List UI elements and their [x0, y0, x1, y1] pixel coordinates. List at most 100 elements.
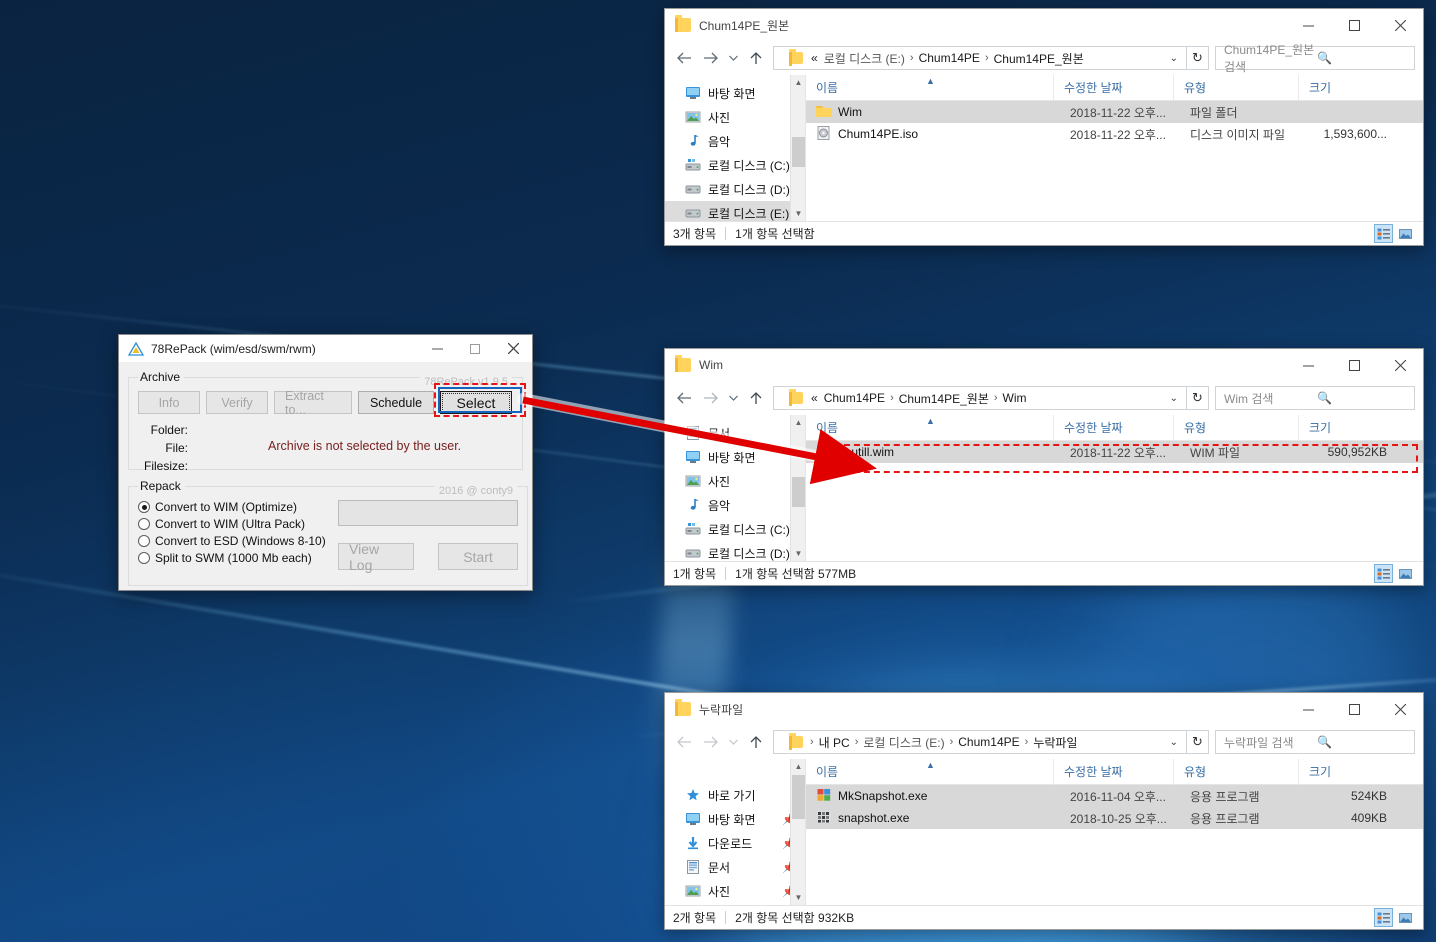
column-headers[interactable]: 이름 수정한 날짜 유형 크기 ▲	[806, 75, 1423, 101]
breadcrumb-item[interactable]: «	[808, 391, 821, 405]
search-input[interactable]: 누락파일 검색	[1224, 734, 1317, 751]
scroll-down-icon[interactable]: ▼	[791, 890, 805, 905]
nav-item-pictures[interactable]: 사진 📌	[665, 879, 805, 903]
large-icons-view-icon[interactable]	[1396, 224, 1415, 243]
repack-dialog[interactable]: 78RePack (wim/esd/swm/rwm) Archive 78ReP…	[118, 334, 533, 591]
minimize-button[interactable]	[418, 335, 456, 362]
nav-item-pictures[interactable]: 사진	[665, 469, 805, 493]
back-button[interactable]	[671, 45, 697, 71]
radio-split-swm[interactable]: Split to SWM (1000 Mb each)	[138, 551, 328, 565]
nav-item-local-disk-c[interactable]: 로컬 디스크 (C:)	[665, 517, 805, 541]
maximize-button[interactable]	[1331, 693, 1377, 725]
column-headers[interactable]: 이름 수정한 날짜 유형 크기 ▲	[806, 415, 1423, 441]
minimize-button[interactable]	[1285, 693, 1331, 725]
radio-convert-esd[interactable]: Convert to ESD (Windows 8-10)	[138, 534, 328, 548]
scrollbar-thumb[interactable]	[792, 477, 805, 507]
explorer-window-wim[interactable]: Wim « Chum14PE › Chum14PE_원본 › Wim ⌄ ↻ W…	[664, 348, 1424, 586]
column-header-type[interactable]: 유형	[1174, 75, 1299, 101]
navigation-pane[interactable]: 바탕 화면 사진 음악 로컬 디스크 (C:) 로컬 디스크 (D:) 로컬 디…	[665, 75, 805, 221]
nav-item-music[interactable]: 음악	[665, 129, 805, 153]
close-button[interactable]	[494, 335, 532, 362]
minimize-button[interactable]	[1285, 9, 1331, 41]
breadcrumb-item[interactable]: 로컬 디스크 (E:)	[860, 734, 947, 751]
title-bar[interactable]: 누락파일	[665, 693, 1423, 725]
up-button[interactable]	[743, 385, 769, 411]
radio-dot[interactable]	[138, 535, 150, 547]
nav-item-chum14pe[interactable]: Chum14...	[665, 903, 805, 905]
breadcrumb-item[interactable]: «	[808, 51, 821, 65]
info-button[interactable]: Info	[138, 391, 200, 414]
radio-dot[interactable]	[138, 518, 150, 530]
refresh-button[interactable]: ↻	[1187, 386, 1209, 410]
radio-convert-wim-optimize[interactable]: Convert to WIM (Optimize)	[138, 500, 328, 514]
scroll-down-icon[interactable]: ▼	[791, 206, 805, 221]
search-input[interactable]: Wim 검색	[1224, 390, 1317, 407]
large-icons-view-icon[interactable]	[1396, 564, 1415, 583]
scrollbar-thumb[interactable]	[792, 137, 805, 167]
file-list-pane[interactable]: 이름 수정한 날짜 유형 크기 ▲ MkSnapshot.exe 2016-11…	[805, 759, 1423, 905]
navigation-pane[interactable]: 바로 가기 바탕 화면 📌 다운로드 📌 문서 📌 사진 📌	[665, 759, 805, 905]
address-bar[interactable]: « 로컬 디스크 (E:) › Chum14PE › Chum14PE_원본 ⌄	[773, 46, 1187, 70]
file-list-pane[interactable]: 이름 수정한 날짜 유형 크기 ▲ peutill.wim 2018-11-22…	[805, 415, 1423, 561]
large-icons-view-icon[interactable]	[1396, 908, 1415, 927]
schedule-button[interactable]: Schedule	[358, 391, 434, 414]
nav-pane-scrollbar[interactable]: ▲ ▼	[790, 415, 805, 561]
select-button[interactable]: Select	[440, 391, 512, 414]
title-bar[interactable]: Wim	[665, 349, 1423, 381]
navigation-bar[interactable]: « Chum14PE › Chum14PE_원본 › Wim ⌄ ↻ Wim 검…	[665, 381, 1423, 415]
column-header-size[interactable]: 크기	[1299, 75, 1389, 101]
navigation-bar[interactable]: « 로컬 디스크 (E:) › Chum14PE › Chum14PE_원본 ⌄…	[665, 41, 1423, 75]
refresh-button[interactable]: ↻	[1187, 46, 1209, 70]
back-button[interactable]	[671, 729, 697, 755]
scrollbar-thumb[interactable]	[792, 775, 805, 819]
breadcrumb-item[interactable]: Chum14PE_원본	[896, 390, 992, 407]
column-header-size[interactable]: 크기	[1299, 415, 1389, 441]
table-row[interactable]: MkSnapshot.exe 2016-11-04 오후... 응용 프로그램 …	[806, 785, 1423, 807]
start-button[interactable]: Start	[438, 543, 518, 570]
table-row[interactable]: snapshot.exe 2018-10-25 오후... 응용 프로그램 40…	[806, 807, 1423, 829]
back-button[interactable]	[671, 385, 697, 411]
nav-item-desktop[interactable]: 바탕 화면 📌	[665, 807, 805, 831]
nav-item-local-disk-c[interactable]: 로컬 디스크 (C:)	[665, 153, 805, 177]
recent-locations-button[interactable]	[723, 729, 743, 755]
refresh-button[interactable]: ↻	[1187, 730, 1209, 754]
radio-dot[interactable]	[138, 501, 150, 513]
scroll-up-icon[interactable]: ▲	[791, 415, 805, 430]
nav-item-local-disk-e[interactable]: 로컬 디스크 (E:)	[665, 201, 805, 221]
table-row[interactable]: peutill.wim 2018-11-22 오후... WIM 파일 590,…	[806, 441, 1423, 463]
radio-dot[interactable]	[138, 552, 150, 564]
chevron-down-icon[interactable]: ⌄	[1166, 393, 1184, 404]
nav-item-documents[interactable]: 문서 📌	[665, 855, 805, 879]
breadcrumb[interactable]: « 로컬 디스크 (E:) › Chum14PE › Chum14PE_원본	[808, 50, 1166, 67]
breadcrumb-item[interactable]: Chum14PE	[821, 391, 888, 405]
maximize-button[interactable]	[456, 335, 494, 362]
column-header-date[interactable]: 수정한 날짜	[1054, 759, 1174, 785]
explorer-window-chum14pe-original[interactable]: Chum14PE_원본 « 로컬 디스크 (E:) › Chum14PE › C…	[664, 8, 1424, 246]
chevron-down-icon[interactable]: ⌄	[1166, 53, 1184, 64]
nav-item-quick-access[interactable]: 바로 가기	[665, 783, 805, 807]
view-log-button[interactable]: View Log	[338, 541, 414, 573]
minimize-button[interactable]	[1285, 349, 1331, 381]
forward-button[interactable]	[697, 385, 723, 411]
recent-locations-button[interactable]	[723, 45, 743, 71]
close-button[interactable]	[1377, 349, 1423, 381]
search-box[interactable]: Chum14PE_원본 검색 🔍	[1215, 43, 1415, 74]
address-bar[interactable]: « Chum14PE › Chum14PE_원본 › Wim ⌄	[773, 386, 1187, 410]
details-view-icon[interactable]	[1374, 908, 1393, 927]
nav-pane-scrollbar[interactable]: ▲ ▼	[790, 759, 805, 905]
column-header-date[interactable]: 수정한 날짜	[1054, 75, 1174, 101]
forward-button[interactable]	[697, 45, 723, 71]
breadcrumb[interactable]: › 내 PC › 로컬 디스크 (E:) › Chum14PE › 누락파일	[808, 734, 1166, 751]
dialog-title-bar[interactable]: 78RePack (wim/esd/swm/rwm)	[119, 335, 532, 362]
address-bar[interactable]: › 내 PC › 로컬 디스크 (E:) › Chum14PE › 누락파일 ⌄	[773, 730, 1187, 754]
breadcrumb-item[interactable]: Chum14PE_원본	[991, 50, 1087, 67]
table-row[interactable]: Wim 2018-11-22 오후... 파일 폴더	[806, 101, 1423, 123]
column-header-type[interactable]: 유형	[1174, 759, 1299, 785]
search-box[interactable]: 누락파일 검색 🔍	[1215, 730, 1415, 754]
table-row[interactable]: Chum14PE.iso 2018-11-22 오후... 디스크 이미지 파일…	[806, 123, 1423, 145]
recent-locations-button[interactable]	[723, 385, 743, 411]
nav-item-desktop[interactable]: 바탕 화면	[665, 81, 805, 105]
navigation-bar[interactable]: › 내 PC › 로컬 디스크 (E:) › Chum14PE › 누락파일 ⌄…	[665, 725, 1423, 759]
nav-pane-scrollbar[interactable]: ▲ ▼	[790, 75, 805, 221]
nav-item-documents[interactable]: 문서	[665, 421, 805, 445]
